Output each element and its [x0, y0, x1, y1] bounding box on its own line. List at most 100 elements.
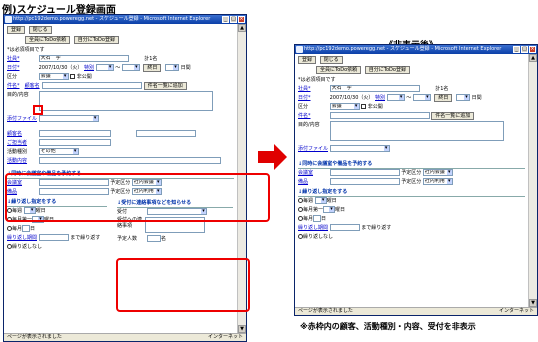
todo-all-button[interactable]: 全員にToDo依頼 [25, 36, 71, 44]
ie-icon [296, 46, 303, 53]
attachment-link[interactable]: 添付ファイル [298, 145, 328, 154]
footnote: ※赤枠内の顧客、活動種別・内容、受付を非表示 [300, 322, 476, 331]
repeat-until-input[interactable] [38, 234, 69, 241]
minimize-icon[interactable]: _ [222, 16, 229, 23]
right-status-bar: ページが表示されました インターネット [295, 307, 537, 315]
subject-input[interactable] [329, 112, 430, 119]
repeat-period-link[interactable]: 繰り返し期間 [7, 235, 37, 241]
monthly-day-input[interactable] [22, 225, 31, 232]
start-time-select[interactable] [386, 94, 405, 101]
room-class-select[interactable]: 社内会議 [422, 169, 453, 176]
equipment-link[interactable]: 備品 [298, 178, 328, 187]
close-icon[interactable]: × [529, 46, 536, 53]
activity-type-select[interactable]: その他 [38, 148, 79, 155]
repeat-section-header[interactable]: ↓繰り返し指定をする [298, 188, 525, 197]
memo-label: 目的/内容 [7, 92, 29, 98]
window-controls: _ □ × [513, 46, 536, 53]
tilde: ～ [406, 95, 412, 101]
participant-field[interactable]: 大石 学 [38, 55, 129, 62]
maximize-icon[interactable]: □ [521, 46, 528, 53]
minimize-icon[interactable]: _ [513, 46, 520, 53]
todo-self-button[interactable]: 自分にToDo登録 [364, 66, 410, 74]
customer-input-2[interactable] [136, 130, 197, 137]
specific-link[interactable]: 特別 [84, 65, 94, 71]
guest-input[interactable] [38, 139, 111, 146]
planned-people-label: 予定人数 [117, 236, 138, 242]
activity-type-label: 活動種別 [7, 149, 28, 155]
meeting-room-link[interactable]: 会議室 [298, 169, 328, 178]
add-from-list-button[interactable]: 件名一覧に追加 [143, 82, 187, 90]
end-time-select[interactable] [412, 94, 431, 101]
subject-link[interactable]: 件名* [298, 112, 328, 121]
activity-content-input[interactable] [38, 157, 221, 164]
category-select[interactable]: 会議 [329, 103, 360, 110]
memo-textarea[interactable] [38, 91, 213, 111]
right-browser-window: http://pc192demo.poweregg.net - スケジュール登録… [294, 44, 538, 316]
planned-people-input[interactable] [147, 235, 161, 242]
private-label: 非公開 [76, 74, 92, 80]
private-checkbox[interactable] [361, 104, 367, 109]
schedule-class-label: 予定区分 [401, 170, 422, 176]
ie-icon [5, 16, 12, 23]
close-button[interactable]: 閉じる [28, 26, 52, 34]
category-label: 区分 [298, 104, 309, 110]
register-button[interactable]: 登録 [7, 26, 26, 34]
days-select[interactable] [456, 94, 471, 101]
customer-name-link[interactable]: 顧客名 [25, 82, 41, 91]
todo-all-button[interactable]: 全員にToDo依頼 [316, 66, 362, 74]
right-scrollbar[interactable]: ▲ ▼ [528, 54, 537, 307]
participant-count: 計1名 [435, 86, 449, 92]
attachment-link[interactable]: 添付ファイル [7, 115, 37, 124]
monthly-nth-select[interactable] [323, 206, 336, 213]
equipment-input[interactable] [329, 178, 400, 185]
close-button[interactable]: 閉じる [319, 56, 343, 64]
meeting-section-header[interactable]: ↓同時に会議室や備品を予約する [298, 160, 525, 169]
start-time-select[interactable] [95, 64, 114, 71]
close-icon[interactable]: × [238, 16, 245, 23]
memo-textarea[interactable] [329, 121, 504, 141]
todo-self-button[interactable]: 自分にToDo登録 [73, 36, 119, 44]
end-time-select[interactable] [121, 64, 140, 71]
participant-field[interactable]: 大石 学 [329, 85, 420, 92]
subject-input[interactable] [42, 82, 143, 89]
repeat-until-input[interactable] [329, 224, 360, 231]
equip-class-select[interactable]: 社内利用 [422, 178, 453, 185]
days-select[interactable] [165, 64, 180, 71]
memo-label: 目的/内容 [298, 122, 320, 128]
date-value: 2007/10/30（火） [38, 65, 83, 71]
customer-link[interactable]: 顧客名 [7, 130, 37, 139]
date-link[interactable]: 日付* [298, 94, 328, 103]
specific-link[interactable]: 特別 [375, 95, 385, 101]
right-arrow-icon [258, 144, 287, 170]
required-note: *は必須項目です [7, 47, 45, 53]
guest-link[interactable]: ご担当者 [7, 139, 37, 148]
subject-link[interactable]: 件名* [7, 82, 23, 91]
participants-link[interactable]: 社員* [7, 55, 37, 64]
date-link[interactable]: 日付* [7, 64, 37, 73]
meeting-room-input[interactable] [329, 169, 400, 176]
customer-highlight-small [33, 105, 43, 115]
all-day-button[interactable]: 終日 [143, 64, 162, 72]
category-label: 区分 [7, 74, 18, 80]
left-status-bar: ページが表示されました インターネット [4, 333, 246, 341]
weekly-select[interactable] [314, 197, 327, 204]
repeat-period-link[interactable]: 繰り返し期間 [298, 225, 328, 231]
customer-input[interactable] [38, 130, 111, 137]
private-checkbox[interactable] [70, 74, 76, 79]
all-day-button[interactable]: 終日 [434, 94, 453, 102]
activity-content-link[interactable]: 活動内容 [7, 157, 37, 166]
category-select[interactable]: 会議 [38, 73, 69, 80]
left-window-title: http://pc192demo.poweregg.net - スケジュール登録… [13, 16, 211, 22]
monthly-day-input[interactable] [313, 215, 322, 222]
participants-link[interactable]: 社員* [298, 85, 328, 94]
required-note: *は必須項目です [298, 77, 336, 83]
attachment-select[interactable] [329, 145, 390, 152]
register-button[interactable]: 登録 [298, 56, 317, 64]
tilde: ～ [115, 65, 121, 71]
schedule-class-label-2: 予定区分 [401, 179, 422, 185]
attachment-select[interactable] [38, 115, 99, 122]
maximize-icon[interactable]: □ [230, 16, 237, 23]
right-window-title: http://pc192demo.poweregg.net - スケジュール登録… [304, 46, 502, 52]
add-from-list-button[interactable]: 件名一覧に追加 [431, 112, 475, 120]
days-suffix: 日間 [471, 95, 482, 101]
